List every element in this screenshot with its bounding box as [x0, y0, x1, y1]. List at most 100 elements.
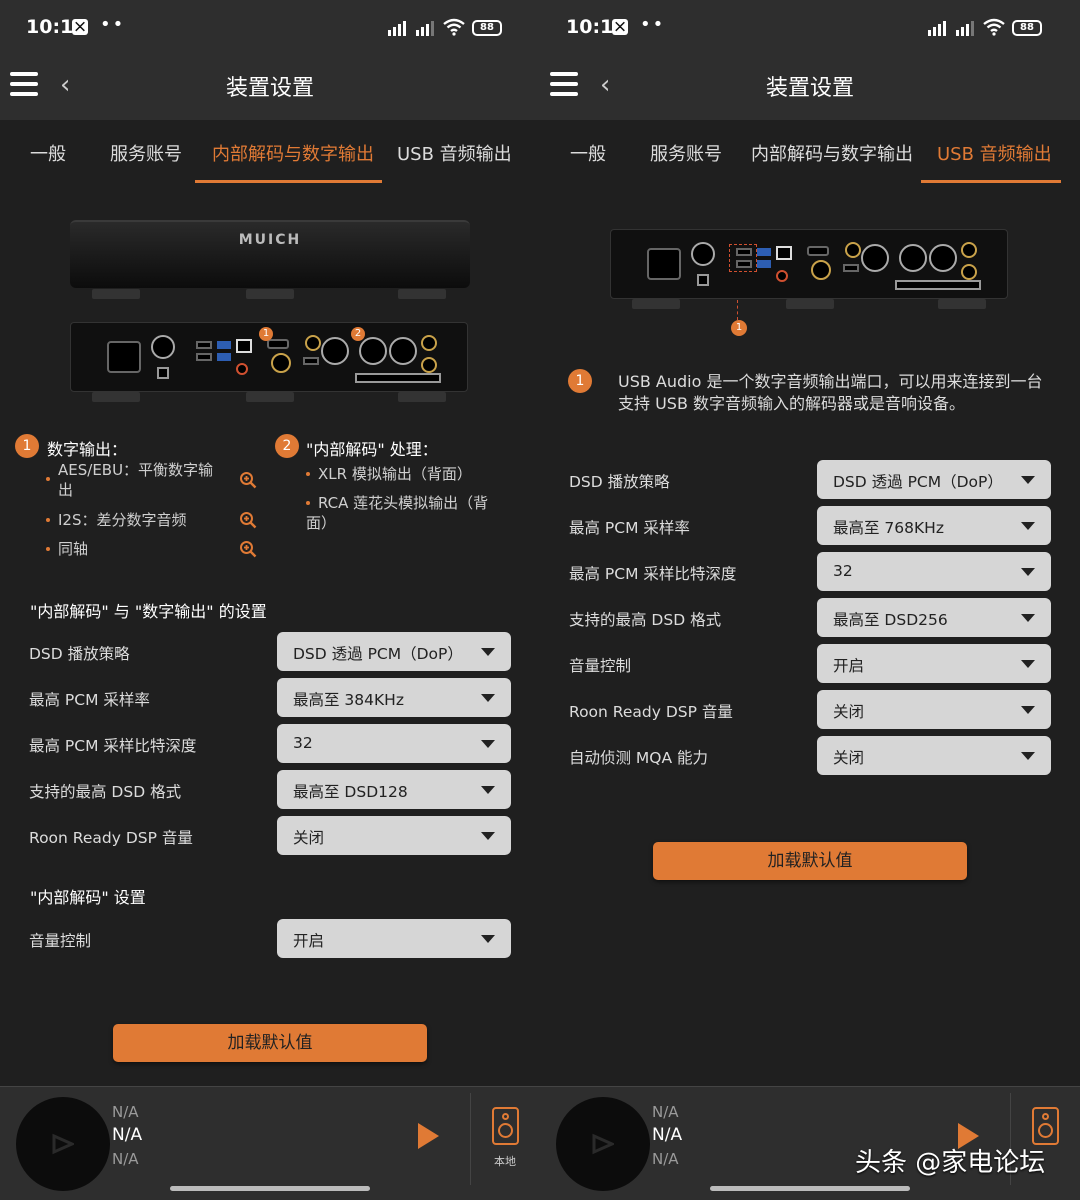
legend-digital-title: 数字输出：	[47, 440, 128, 459]
watermark: 头条 @家电论坛	[855, 1148, 1046, 1178]
legend-digital-item: I2S：差分数字音频	[58, 511, 187, 529]
device-marker-2: 2	[351, 327, 365, 341]
usb-audio-description: USB Audio 是一个数字音频输出端口，可以用来连接到一台支持 USB 数字…	[618, 372, 1043, 413]
speaker-icon[interactable]	[492, 1107, 519, 1145]
roon-logo-icon	[52, 1133, 74, 1155]
legend-digital-item: AES/EBU：平衡数字输出	[58, 461, 214, 499]
dsp-volume-select[interactable]: 关闭	[277, 816, 511, 855]
status-bar: 10:17 ⨉ •• 88	[540, 0, 1080, 56]
tab-general[interactable]: 一般	[570, 140, 606, 166]
pcm-bit-depth-select[interactable]: 32	[817, 552, 1051, 591]
pcm-rate-select[interactable]: 最高至 768KHz	[817, 506, 1051, 545]
zoom-in-icon[interactable]	[239, 471, 257, 489]
track-album: N/A	[652, 1150, 679, 1168]
tab-usb-audio[interactable]: USB 音频输出	[937, 140, 1052, 166]
pcm-bit-depth-select[interactable]: 32	[277, 724, 511, 763]
mqa-detect-select[interactable]: 关闭	[817, 736, 1051, 775]
play-icon[interactable]	[418, 1123, 439, 1149]
home-indicator[interactable]	[710, 1186, 910, 1191]
legend-decode-item: XLR 模拟输出（背面）	[318, 465, 472, 483]
app-header: ‹ 装置设置	[0, 56, 540, 120]
tab-bar: 一般 服务账号 内部解码与数字输出 USB 音频输出	[540, 120, 1080, 184]
device-marker-1: 1	[731, 320, 747, 336]
tab-service-account[interactable]: 服务账号	[110, 140, 182, 166]
setting-label: 最高 PCM 采样比特深度	[569, 565, 737, 583]
device-marker-1: 1	[259, 327, 273, 341]
legend-marker-1: 1	[15, 434, 39, 458]
track-title: N/A	[112, 1125, 143, 1145]
tab-internal-decode[interactable]: 内部解码与数字输出	[751, 140, 913, 166]
dropdown-arrow-icon	[481, 740, 495, 748]
active-tab-indicator	[921, 180, 1061, 183]
tab-internal-decode[interactable]: 内部解码与数字输出	[212, 140, 374, 166]
status-bar: 10:17 ⨉ •• 88	[0, 0, 540, 56]
dsd-format-select[interactable]: 最高至 DSD128	[277, 770, 511, 809]
pcm-rate-select[interactable]: 最高至 384KHz	[277, 678, 511, 717]
app-notification-icon: ⨉	[72, 19, 88, 35]
setting-label: 支持的最高 DSD 格式	[569, 611, 722, 629]
setting-label: DSD 播放策略	[29, 645, 130, 663]
setting-label: 最高 PCM 采样率	[29, 691, 150, 709]
dropdown-arrow-icon	[481, 694, 495, 702]
wifi-icon	[443, 18, 465, 36]
active-tab-indicator	[195, 180, 382, 183]
description-marker: 1	[568, 369, 592, 393]
setting-label: 音量控制	[569, 657, 632, 675]
setting-label: 支持的最高 DSD 格式	[29, 783, 182, 801]
more-notifications-icon: ••	[100, 14, 126, 35]
setting-label: 最高 PCM 采样比特深度	[29, 737, 197, 755]
album-art[interactable]	[16, 1097, 110, 1191]
screens: 10:17 ⨉ •• 88 ‹ 装置设置 一般 服务账号 内部解码与数字输出 U…	[0, 0, 1080, 1200]
signal-icon	[388, 21, 406, 36]
setting-label: Roon Ready DSP 音量	[29, 829, 193, 847]
setting-label: 音量控制	[29, 932, 92, 950]
signal-icon	[956, 21, 974, 36]
setting-label: 最高 PCM 采样率	[569, 519, 690, 537]
battery-icon: 88	[472, 20, 502, 36]
volume-control-select[interactable]: 开启	[277, 919, 511, 958]
battery-icon: 88	[1012, 20, 1042, 36]
roon-logo-icon	[592, 1133, 614, 1155]
zoom-in-icon[interactable]	[239, 511, 257, 529]
section-title: "内部解码" 与 "数字输出" 的设置	[30, 602, 267, 621]
page-title: 装置设置	[765, 76, 854, 101]
zoom-in-icon[interactable]	[239, 540, 257, 558]
legend-decode-title: "内部解码" 处理：	[306, 440, 438, 459]
legend-decode-item: RCA 莲花头模拟输出（背面）	[306, 494, 489, 532]
device-front-image: MUICH	[70, 220, 470, 288]
dsd-format-select[interactable]: 最高至 DSD256	[817, 598, 1051, 637]
dsd-strategy-select[interactable]: DSD 透過 PCM（DoP）	[817, 460, 1051, 499]
device-back-image: 1 2	[70, 322, 468, 392]
signal-icon	[416, 21, 434, 36]
dropdown-arrow-icon	[1021, 476, 1035, 484]
track-artist: N/A	[112, 1103, 139, 1121]
tab-general[interactable]: 一般	[30, 140, 66, 166]
dsd-strategy-select[interactable]: DSD 透過 PCM（DoP）	[277, 632, 511, 671]
dropdown-arrow-icon	[481, 935, 495, 943]
device-logo: MUICH	[238, 232, 302, 248]
wifi-icon	[983, 18, 1005, 36]
signal-icon	[928, 21, 946, 36]
home-indicator[interactable]	[170, 1186, 370, 1191]
album-art[interactable]	[556, 1097, 650, 1191]
load-defaults-button[interactable]: 加载默认值	[113, 1024, 427, 1062]
legend-digital-item: 同轴	[58, 540, 89, 558]
track-album: N/A	[112, 1150, 139, 1168]
section-title: "内部解码" 设置	[30, 888, 146, 907]
dropdown-arrow-icon	[481, 786, 495, 794]
legend-marker-2: 2	[275, 434, 299, 458]
dsp-volume-select[interactable]: 关闭	[817, 690, 1051, 729]
speaker-icon[interactable]	[1032, 1107, 1059, 1145]
tab-usb-audio[interactable]: USB 音频输出	[397, 140, 512, 166]
dropdown-arrow-icon	[1021, 522, 1035, 530]
volume-control-select[interactable]: 开启	[817, 644, 1051, 683]
load-defaults-button[interactable]: 加载默认值	[653, 842, 967, 880]
screen-right: 10:17 ⨉ •• 88 ‹ 装置设置 一般 服务账号 内部解码与数字输出 U…	[540, 0, 1080, 1200]
player-bar: N/A N/A N/A 本地	[0, 1086, 540, 1200]
tab-bar: 一般 服务账号 内部解码与数字输出 USB 音频输出	[0, 120, 540, 184]
setting-label: Roon Ready DSP 音量	[569, 703, 733, 721]
track-artist: N/A	[652, 1103, 679, 1121]
tab-service-account[interactable]: 服务账号	[650, 140, 722, 166]
page-title: 装置设置	[225, 76, 314, 101]
dropdown-arrow-icon	[1021, 568, 1035, 576]
